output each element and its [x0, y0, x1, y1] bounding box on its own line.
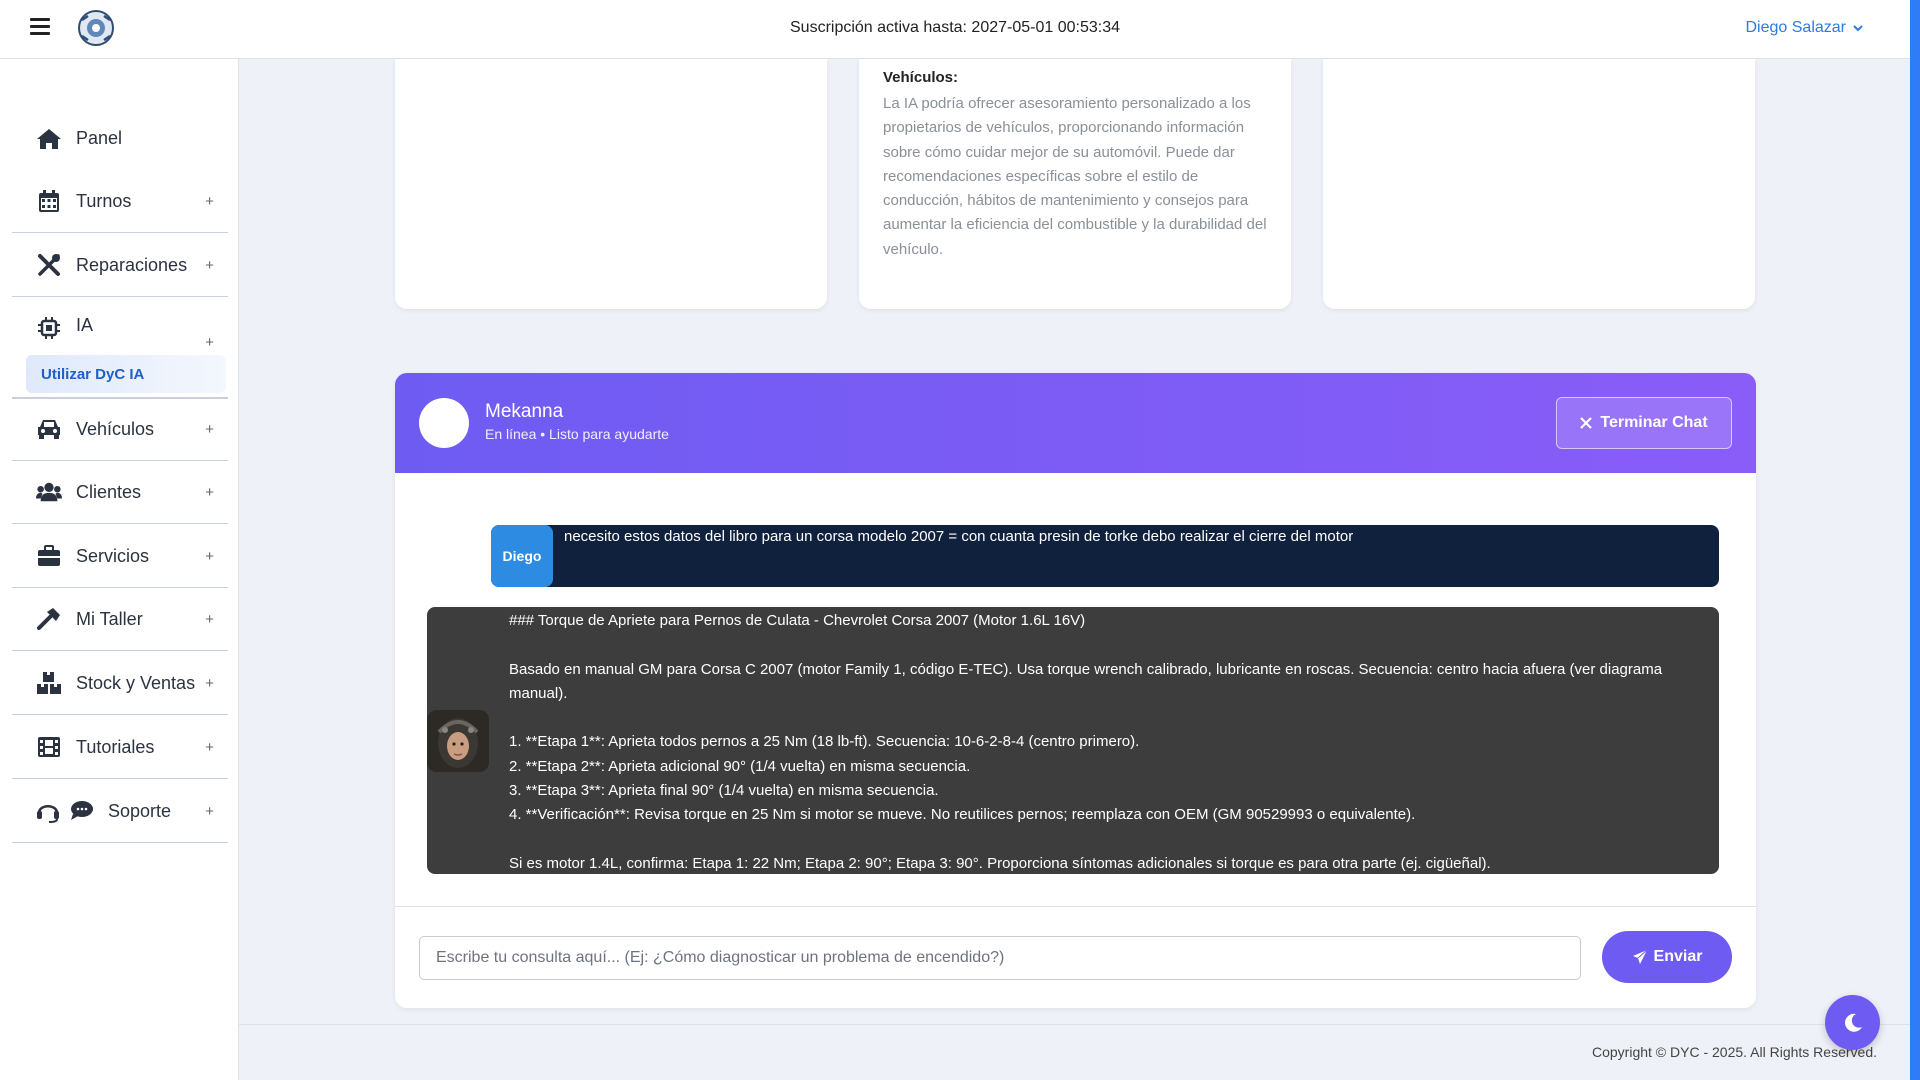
bot-message-text: ### Torque de Apriete para Pernos de Cul…	[509, 609, 1699, 876]
user-message-text: necesito estos datos del libro para un c…	[564, 528, 1354, 545]
hammer-icon	[36, 606, 62, 632]
sidebar-item-label: Clientes	[76, 481, 142, 502]
moon-icon	[1844, 1013, 1862, 1032]
bot-message-line	[509, 828, 1699, 852]
sidebar-item-mi-taller[interactable]: Mi Taller +	[12, 588, 228, 651]
send-label: Enviar	[1653, 948, 1703, 965]
bot-message-line: ### Torque de Apriete para Pernos de Cul…	[509, 612, 1086, 629]
bot-status: En línea • Listo para ayudarte	[485, 426, 669, 442]
headset-icon	[36, 798, 94, 824]
sidebar-item-panel[interactable]: Panel	[12, 107, 228, 170]
sidebar-item-label: Turnos	[76, 190, 132, 211]
sidebar-item-label: IA	[76, 315, 94, 335]
bot-message-line: 1. **Etapa 1**: Aprieta todos pernos a 2…	[509, 733, 1140, 751]
home-icon	[36, 126, 62, 152]
chip-icon	[36, 315, 62, 341]
sidebar: Panel Turnos + Reparaciones + IA + Utili…	[0, 59, 239, 1080]
sidebar-item-soporte[interactable]: Soporte +	[12, 780, 228, 843]
sidebar-item-servicios[interactable]: Servicios +	[12, 525, 228, 588]
bot-message-line	[509, 706, 1699, 730]
end-chat-label: Terminar Chat	[1600, 414, 1708, 431]
bot-name: Mekanna	[485, 401, 564, 422]
sidebar-item-reparaciones[interactable]: Reparaciones +	[12, 234, 228, 297]
sidebar-item-vehiculos[interactable]: Vehículos +	[12, 398, 228, 461]
expand-icon: +	[205, 802, 214, 820]
user-badge: Diego	[491, 525, 553, 587]
film-icon	[36, 734, 62, 760]
car-icon	[36, 416, 62, 442]
card-title: Vehículos:	[883, 69, 959, 86]
boxes-icon	[36, 670, 62, 696]
calendar-icon	[36, 188, 62, 214]
end-chat-button[interactable]: Terminar Chat	[1556, 397, 1732, 449]
sidebar-item-label: Reparaciones	[76, 254, 188, 275]
sidebar-item-label: Stock y Ventas	[76, 672, 196, 693]
bot-message-line: Si es motor 1.4L, confirma: Etapa 1: 22 …	[509, 854, 1491, 872]
chat-input[interactable]	[419, 936, 1581, 980]
chevron-down-icon	[1853, 25, 1863, 32]
briefcase-icon	[36, 543, 62, 569]
send-button[interactable]: Enviar	[1602, 931, 1732, 983]
user-menu[interactable]: Diego Salazar	[1746, 19, 1865, 37]
card-text: La IA podría ofrecer asesoramiento perso…	[883, 95, 1267, 258]
sidebar-item-label: Tutoriales	[76, 736, 155, 757]
bot-message-line	[509, 633, 1699, 657]
footer: Copyright © DYC - 2025. All Rights Reser…	[239, 1024, 1910, 1080]
sidebar-item-label: Servicios	[76, 545, 150, 566]
sidebar-item-label: Mi Taller	[76, 608, 143, 629]
tools-icon	[36, 252, 62, 278]
bot-message-line: Basado en manual GM para Corsa C 2007 (m…	[509, 660, 1663, 702]
expand-icon: +	[205, 483, 214, 501]
paper-plane-icon	[1632, 949, 1647, 964]
info-card	[395, 59, 827, 309]
info-card	[1323, 59, 1755, 309]
users-icon	[36, 479, 62, 505]
expand-icon: +	[205, 192, 214, 210]
sidebar-item-label: Soporte	[108, 800, 172, 821]
right-accent-bar	[1910, 0, 1920, 1080]
close-icon	[1580, 417, 1593, 429]
sidebar-item-ia[interactable]: IA +	[12, 295, 228, 358]
user-name: Diego Salazar	[1745, 19, 1847, 36]
expand-icon: +	[205, 610, 214, 628]
bot-message: ### Torque de Apriete para Pernos de Cul…	[427, 607, 1719, 874]
sidebar-subitem-utilizar-dyc-ia[interactable]: Utilizar DyC IA	[26, 355, 226, 393]
expand-icon: +	[205, 738, 214, 756]
top-bar: Suscripción activa hasta: 2027-05-01 00:…	[0, 0, 1910, 59]
subscription-status: Suscripción activa hasta: 2027-05-01 00:…	[790, 19, 1120, 36]
sidebar-item-stock-ventas[interactable]: Stock y Ventas +	[12, 652, 228, 715]
expand-icon: +	[205, 256, 214, 274]
chat-header: Mekanna En línea • Listo para ayudarte T…	[395, 373, 1756, 473]
sidebar-item-label: Vehículos	[76, 418, 155, 439]
bot-message-line: 2. **Etapa 2**: Aprieta adicional 90° (1…	[509, 757, 971, 775]
sidebar-item-clientes[interactable]: Clientes +	[12, 461, 228, 524]
copyright: Copyright © DYC - 2025. All Rights Reser…	[1592, 1044, 1877, 1060]
expand-icon: +	[205, 420, 214, 438]
sidebar-item-turnos[interactable]: Turnos +	[12, 170, 228, 233]
expand-icon: +	[205, 674, 214, 692]
user-message: Diego necesito estos datos del libro par…	[491, 525, 1719, 587]
bot-message-line: 4. **Verificación**: Revisa torque en 25…	[509, 806, 1416, 824]
expand-icon: +	[205, 547, 214, 565]
theme-toggle-button[interactable]	[1825, 995, 1880, 1050]
chat-panel: Mekanna En línea • Listo para ayudarte T…	[395, 373, 1756, 1008]
sidebar-item-label: Panel	[76, 128, 123, 148]
expand-icon: +	[205, 334, 214, 351]
sidebar-item-tutoriales[interactable]: Tutoriales +	[12, 716, 228, 779]
bot-photo-avatar	[427, 710, 489, 772]
bot-avatar	[419, 398, 469, 448]
info-card-vehiculos: Vehículos: La IA podría ofrecer asesoram…	[859, 59, 1291, 309]
bot-message-line: 3. **Etapa 3**: Aprieta final 90° (1/4 v…	[509, 782, 939, 800]
divider	[395, 906, 1756, 907]
